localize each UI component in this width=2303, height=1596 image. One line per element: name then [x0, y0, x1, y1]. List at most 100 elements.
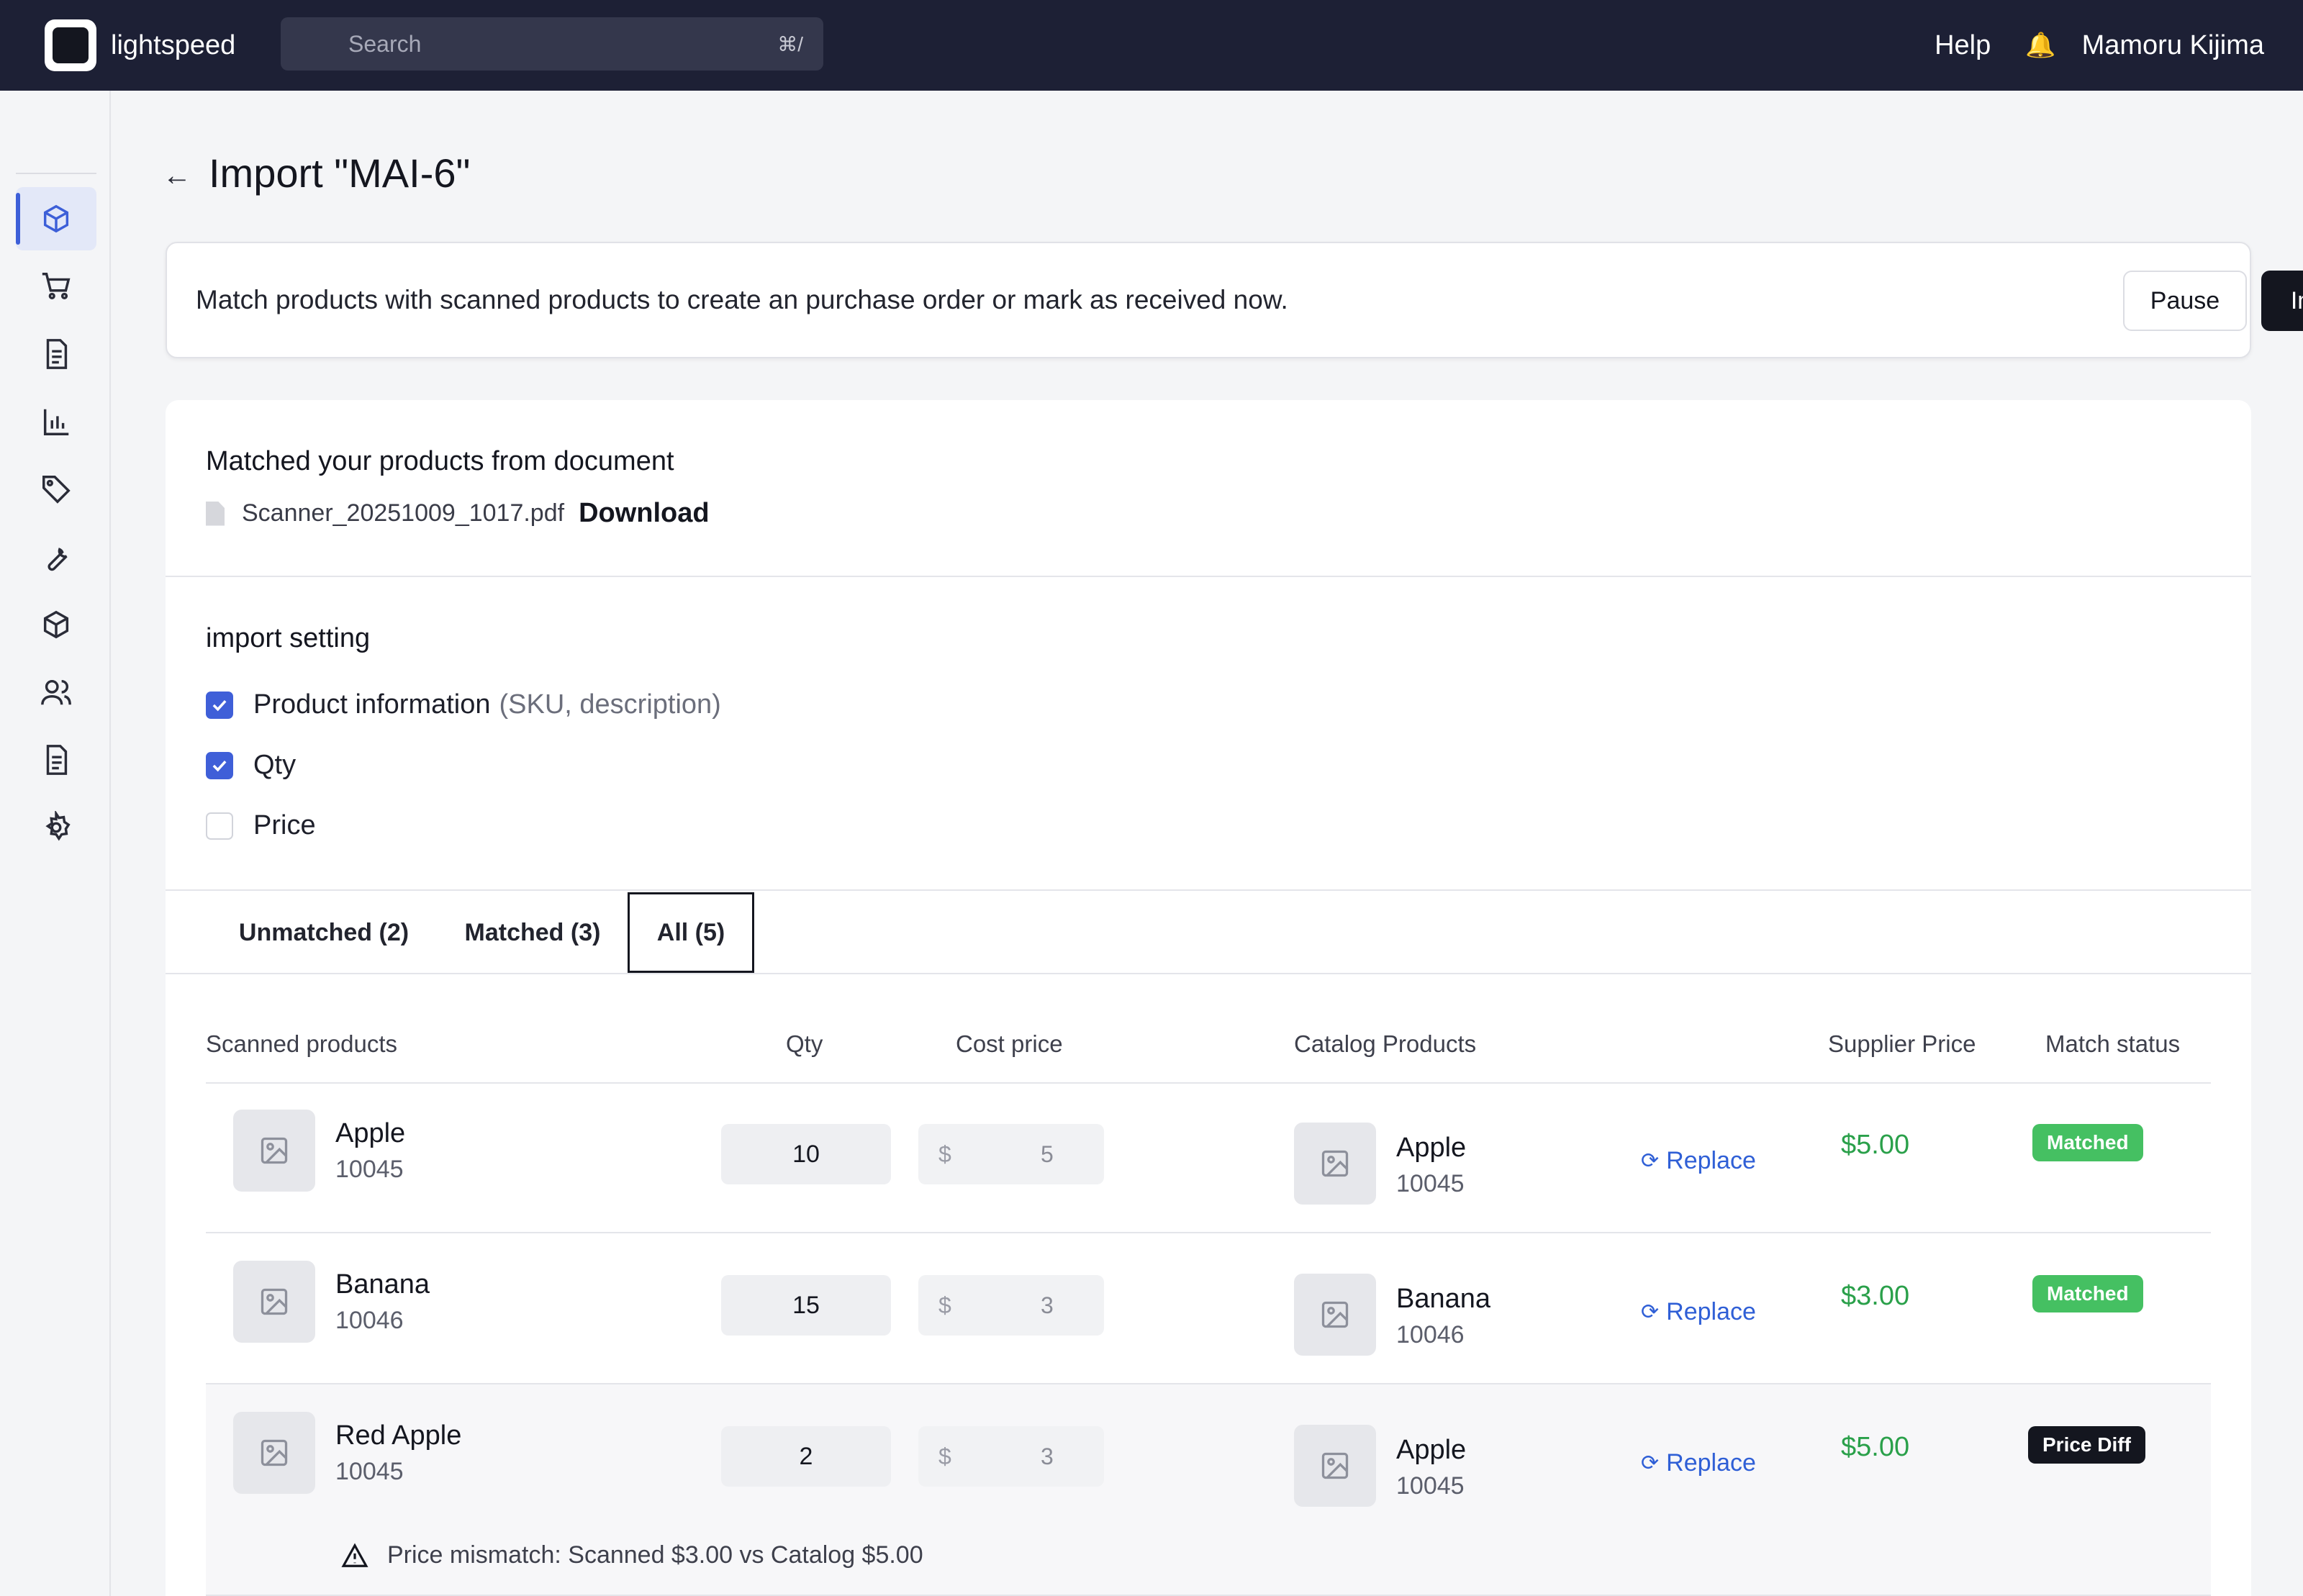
currency-symbol: $: [938, 1443, 951, 1469]
scanned-sku: 10045: [335, 1458, 404, 1485]
import-card: Matched your products from document Scan…: [166, 400, 2251, 1596]
scanned-sku: 10045: [335, 1156, 404, 1183]
col-supplier-price: Supplier Price: [1828, 1030, 1976, 1057]
currency-symbol: $: [938, 1292, 951, 1318]
replace-link[interactable]: ⟳ Replace: [1641, 1147, 1756, 1175]
logo-icon[interactable]: [45, 19, 96, 71]
wrench-icon: [47, 548, 68, 571]
setting-price[interactable]: Price: [206, 810, 316, 841]
sidebar-item-tools[interactable]: [16, 525, 96, 589]
bell-icon[interactable]: 🔔: [2025, 31, 2055, 60]
setting-qty[interactable]: Qty: [206, 750, 296, 781]
file-icon: [206, 501, 225, 526]
warning-text: Price mismatch: Scanned $3.00 vs Catalog…: [387, 1541, 923, 1569]
status-badge: Matched: [2032, 1275, 2143, 1312]
refresh-icon: ⟳: [1641, 1451, 1660, 1475]
download-link[interactable]: Download: [579, 498, 710, 529]
divider: [206, 1082, 2211, 1084]
cost-value: 3: [1041, 1443, 1054, 1469]
search-input[interactable]: Search ⌘/: [281, 17, 823, 71]
refresh-icon: ⟳: [1641, 1300, 1660, 1324]
users-icon: [41, 679, 71, 705]
cost-input[interactable]: $3: [918, 1426, 1104, 1487]
user-menu[interactable]: Mamoru Kijima: [2082, 30, 2264, 61]
report-icon: [46, 745, 68, 775]
col-qty: Qty: [786, 1030, 823, 1057]
divider: [206, 1232, 2211, 1233]
setting-label: Qty: [253, 750, 297, 780]
catalog-sku: 10046: [1396, 1321, 1465, 1348]
catalog-name: Apple: [1396, 1133, 1467, 1163]
sidebar-item-tags[interactable]: [16, 458, 96, 521]
price-mismatch-warning: Price mismatch: Scanned $3.00 vs Catalog…: [341, 1541, 923, 1569]
image-placeholder-icon: [233, 1412, 315, 1494]
cost-input[interactable]: $3: [918, 1275, 1104, 1336]
checkbox-checked[interactable]: [206, 691, 233, 719]
back-arrow-icon[interactable]: ←: [163, 160, 191, 192]
gear-icon: [45, 811, 71, 841]
sidebar-divider: [16, 173, 96, 174]
scanned-name: Banana: [335, 1269, 430, 1300]
import-button[interactable]: Import: [2261, 271, 2303, 331]
image-placeholder-icon: [233, 1110, 315, 1192]
divider: [166, 889, 2251, 891]
page-title: Import "MAI-6": [209, 150, 471, 196]
file-name: Scanner_20251009_1017.pdf: [242, 499, 565, 527]
setting-label: Price: [253, 810, 316, 840]
col-scanned: Scanned products: [206, 1030, 398, 1057]
tag-icon: [42, 476, 71, 504]
sidebar-item-invoices[interactable]: [16, 728, 96, 792]
qty-input[interactable]: 10: [721, 1124, 891, 1184]
warning-icon: [341, 1542, 368, 1567]
top-bar: lightspeed Search ⌘/ Help 🔔 Mamoru Kijim…: [0, 0, 2303, 91]
checkbox-unchecked[interactable]: [206, 812, 233, 840]
scanned-name: Red Apple: [335, 1420, 462, 1451]
sidebar-item-products[interactable]: [16, 187, 96, 250]
tab-matched[interactable]: Matched (3): [439, 892, 626, 973]
cost-input[interactable]: $5: [918, 1124, 1104, 1184]
setting-product-info[interactable]: Product information (SKU, description): [206, 689, 721, 720]
cost-value: 5: [1041, 1141, 1054, 1167]
catalog-sku: 10045: [1396, 1170, 1465, 1197]
settings-heading: import setting: [206, 623, 371, 653]
scanned-sku: 10046: [335, 1307, 404, 1334]
replace-link[interactable]: ⟳ Replace: [1641, 1449, 1756, 1477]
tab-unmatched[interactable]: Unmatched (2): [223, 892, 425, 973]
import-banner: Match products with scanned products to …: [166, 242, 2303, 358]
col-cost: Cost price: [956, 1030, 1063, 1057]
scanned-name: Apple: [335, 1118, 406, 1148]
checkbox-checked[interactable]: [206, 751, 233, 779]
tab-all[interactable]: All (5): [628, 892, 754, 973]
brand-name: lightspeed: [111, 30, 236, 60]
qty-input[interactable]: 2: [721, 1426, 891, 1487]
sidebar: [0, 91, 111, 1596]
image-placeholder-icon: [1294, 1123, 1376, 1205]
divider: [166, 576, 2251, 577]
supplier-price: $5.00: [1841, 1432, 1910, 1462]
sidebar-item-orders[interactable]: [16, 255, 96, 318]
setting-label: Product information: [253, 689, 491, 720]
pause-button[interactable]: Pause: [2123, 271, 2247, 331]
search-placeholder: Search: [348, 30, 422, 57]
supplier-price: $3.00: [1841, 1281, 1910, 1311]
qty-input[interactable]: 15: [721, 1275, 891, 1336]
document-heading: Matched your products from document: [206, 446, 674, 476]
file-row: Scanner_20251009_1017.pdf Download: [206, 498, 710, 529]
replace-label: Replace: [1666, 1298, 1756, 1325]
status-badge: Matched: [2032, 1124, 2143, 1161]
help-link[interactable]: Help: [1935, 30, 1991, 61]
divider: [166, 973, 2251, 974]
search-shortcut: ⌘/: [777, 32, 803, 55]
sidebar-item-customers[interactable]: [16, 661, 96, 724]
supplier-price: $5.00: [1841, 1130, 1910, 1160]
sidebar-item-reports[interactable]: [16, 390, 96, 453]
sidebar-item-settings[interactable]: [16, 796, 96, 859]
sidebar-item-inventory[interactable]: [16, 593, 96, 656]
sidebar-item-documents[interactable]: [16, 322, 96, 386]
replace-link[interactable]: ⟳ Replace: [1641, 1298, 1756, 1326]
replace-label: Replace: [1666, 1449, 1756, 1477]
status-badge: Price Diff: [2028, 1426, 2145, 1464]
image-placeholder-icon: [1294, 1274, 1376, 1356]
image-placeholder-icon: [233, 1261, 315, 1343]
chart-icon: [43, 409, 69, 435]
